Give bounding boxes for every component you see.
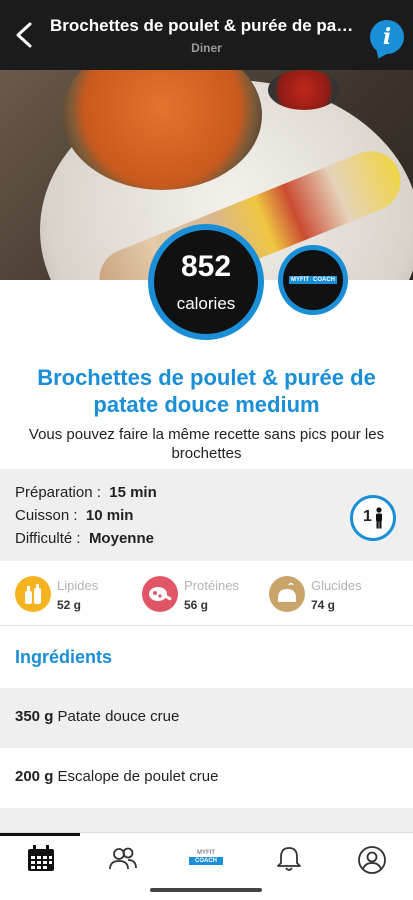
- myfit-coach-logo-icon: MYFIT COACH: [189, 849, 223, 865]
- cook-time-row: Cuisson : 10 min: [15, 507, 133, 524]
- bell-icon: [277, 847, 301, 871]
- brand-logo-text-2: COACH: [311, 276, 337, 284]
- oil-bottle-icon: [15, 576, 51, 612]
- calories-label: calories: [176, 294, 236, 313]
- calories-value: 852: [180, 250, 232, 283]
- info-button[interactable]: i: [370, 20, 404, 54]
- difficulty-value: Moyenne: [88, 530, 154, 547]
- bread-icon: [269, 576, 305, 612]
- servings-count: 1: [363, 508, 372, 525]
- servings-selector[interactable]: 1: [350, 495, 396, 541]
- info-icon: i: [382, 24, 392, 50]
- macro-value: 56 g: [184, 598, 209, 612]
- macro-value: 74 g: [311, 598, 336, 612]
- difficulty-row: Difficulté : Moyenne: [15, 530, 154, 547]
- section-divider: [0, 625, 413, 626]
- ingredient-text: 350 g Patate douce crue: [15, 708, 179, 725]
- prep-time-value: 15 min: [109, 484, 157, 501]
- macro-name: Protéines: [184, 578, 239, 593]
- calendar-icon: [28, 845, 54, 871]
- nav-notifications[interactable]: [248, 839, 330, 879]
- macro-proteines: Protéines 56 g: [142, 576, 252, 614]
- person-icon: [376, 507, 382, 529]
- macro-value: 52 g: [57, 598, 82, 612]
- nav-logo-text-1: MYFIT: [197, 850, 215, 856]
- ingredient-name: Patate douce crue: [57, 708, 180, 725]
- difficulty-label: Difficulté :: [15, 530, 81, 547]
- prep-time-row: Préparation : 15 min: [15, 484, 157, 501]
- ingredient-qty: 350 g: [15, 708, 54, 725]
- nav-community[interactable]: [82, 839, 164, 879]
- sauce-cup-shape: [268, 70, 340, 110]
- gesture-handle[interactable]: [150, 888, 262, 892]
- macro-name: Lipides: [57, 578, 99, 593]
- active-tab-indicator: [0, 833, 80, 836]
- ingredient-name: Escalope de poulet crue: [57, 768, 219, 785]
- calories-badge: 852 calories: [154, 230, 258, 334]
- profile-icon: [358, 846, 386, 874]
- nav-logo-text-2: COACH: [189, 857, 223, 865]
- meat-icon: [142, 576, 178, 612]
- bottom-navigation: MYFIT COACH: [0, 832, 413, 883]
- recipe-title: Brochettes de poulet & purée de patate d…: [37, 365, 376, 417]
- brand-logo: MYFIT COACH: [289, 274, 337, 286]
- macro-lipides: Lipides 52 g: [15, 576, 125, 614]
- meal-type-label: Diner: [191, 41, 222, 55]
- gesture-bar-area: [0, 882, 413, 900]
- ingredient-row: 200 g Escalope de poulet crue: [0, 748, 413, 808]
- ingredients-heading: Ingrédients: [15, 647, 113, 667]
- brand-logo-text-1: MYFIT: [289, 276, 311, 284]
- prep-time-label: Préparation :: [15, 484, 101, 501]
- ingredient-qty: 200 g: [15, 768, 54, 785]
- top-app-bar: Brochettes de poulet & purée de pat... D…: [0, 0, 413, 70]
- page-title: Brochettes de poulet & purée de pat...: [50, 16, 356, 35]
- nav-calendar[interactable]: [0, 839, 82, 879]
- recipe-description: Vous pouvez faire la même recette sans p…: [28, 426, 385, 462]
- ingredient-text: 200 g Escalope de poulet crue: [15, 768, 218, 785]
- community-icon: [109, 847, 137, 870]
- macro-name: Glucides: [311, 578, 362, 593]
- ingredient-row: [0, 808, 413, 832]
- ingredient-row: 350 g Patate douce crue: [0, 688, 413, 748]
- cook-time-value: 10 min: [85, 507, 134, 524]
- nav-home-myfit[interactable]: MYFIT COACH: [165, 839, 247, 879]
- cook-time-label: Cuisson :: [15, 507, 78, 524]
- brand-badge: MYFIT COACH: [283, 250, 343, 310]
- nav-profile[interactable]: [331, 839, 413, 879]
- macro-glucides: Glucides 74 g: [269, 576, 389, 614]
